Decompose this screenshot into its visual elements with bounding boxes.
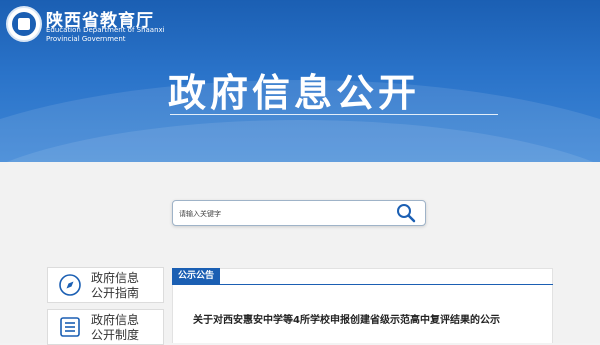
notices-tab-rule (172, 284, 553, 285)
title-underline (170, 114, 498, 115)
notices-panel (172, 268, 553, 343)
header-banner: 陕西省教育厅 Education Department of Shaanxi P… (0, 0, 600, 162)
sidebar-item-label: 政府信息 公开制度 (91, 313, 140, 342)
search-bar (172, 200, 426, 226)
education-department-emblem-icon[interactable] (6, 6, 42, 42)
search-input[interactable] (177, 205, 391, 223)
sidebar-item-system[interactable]: 政府信息 公开制度 (47, 309, 164, 345)
search-button[interactable] (395, 203, 417, 223)
document-list-icon (60, 317, 80, 337)
magnifier-icon (397, 204, 416, 223)
page-title: 政府信息公开 (168, 71, 421, 115)
tab-notices[interactable]: 公示公告 (172, 268, 221, 284)
compass-icon (59, 274, 81, 296)
notice-link[interactable]: 关于对西安惠安中学等4所学校申报创建省级示范高中复评结果的公示 (193, 311, 500, 326)
org-name-english: Education Department of Shaanxi Provinci… (46, 26, 165, 43)
sidebar-item-label: 政府信息 公开指南 (91, 271, 140, 300)
sidebar-item-guide[interactable]: 政府信息 公开指南 (47, 267, 164, 303)
